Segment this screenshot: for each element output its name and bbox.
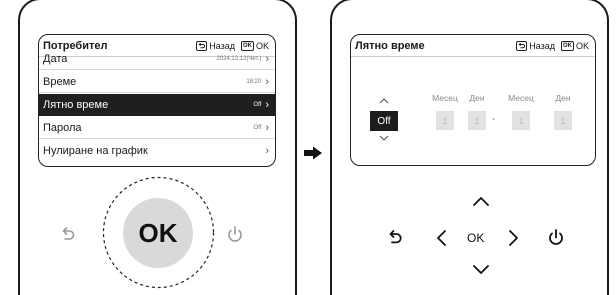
- start-month-field[interactable]: 1: [436, 111, 454, 130]
- ok-label: OK: [575, 40, 589, 51]
- right-screen-header: Лятно време Назад OK OK: [351, 35, 595, 57]
- ok-button[interactable]: OK: [467, 231, 484, 245]
- menu-item-value: Off: [253, 102, 262, 108]
- chevron-up-icon[interactable]: [379, 98, 389, 104]
- return-icon[interactable]: [388, 229, 402, 246]
- end-day-label: Ден: [555, 93, 571, 103]
- power-icon[interactable]: [547, 228, 565, 247]
- chevron-right-icon: ›: [265, 121, 269, 134]
- start-day-field[interactable]: 1: [468, 111, 486, 130]
- menu-item-label: Дата: [43, 52, 68, 65]
- right-arrow-icon: [304, 146, 322, 160]
- menu-item-label: Време: [43, 75, 77, 88]
- left-display-screen: Потребител Назад OK OK Дата 2024,12,12(Ч…: [38, 34, 276, 167]
- chevron-right-icon[interactable]: [508, 229, 519, 247]
- ok-button[interactable]: OK: [123, 198, 193, 268]
- chevron-up-icon[interactable]: [472, 196, 490, 207]
- ok-key-icon: OK: [560, 40, 574, 51]
- menu-item-label: Нулиране на график: [43, 145, 148, 157]
- menu-item-value: Off: [253, 124, 262, 131]
- start-month-label: Месец: [432, 93, 458, 103]
- menu-item-password[interactable]: Парола Off ›: [39, 117, 275, 139]
- menu-list: Дата 2024,12,12(Чет.) › Време 18:20 › Ля…: [39, 53, 275, 166]
- return-icon[interactable]: [61, 226, 75, 242]
- menu-item-label: Лятно време: [43, 99, 109, 111]
- chevron-right-icon: ›: [265, 75, 269, 88]
- end-month-field[interactable]: 1: [512, 111, 530, 130]
- menu-item-label: Парола: [43, 121, 82, 134]
- chevron-down-icon[interactable]: [379, 135, 389, 141]
- end-day-field[interactable]: 1: [554, 111, 572, 130]
- range-separator: -: [492, 114, 496, 125]
- chevron-right-icon: ›: [265, 145, 269, 157]
- back-hint[interactable]: Назад: [516, 40, 555, 51]
- end-month-label: Месец: [508, 93, 534, 103]
- back-label: Назад: [529, 40, 555, 51]
- chevron-right-icon: ›: [265, 52, 269, 65]
- summer-time-toggle-value[interactable]: Off: [370, 111, 398, 131]
- menu-item-reset-schedule[interactable]: Нулиране на график ›: [39, 140, 275, 162]
- menu-item-value: 18:20: [246, 78, 262, 85]
- start-day-label: Ден: [469, 93, 485, 103]
- chevron-left-icon[interactable]: [436, 229, 447, 247]
- menu-item-summer-time[interactable]: Лятно време Off ›: [39, 94, 275, 116]
- chevron-right-icon: ›: [265, 99, 269, 111]
- menu-item-value: 2024,12,12(Чет.): [216, 55, 262, 62]
- power-icon[interactable]: [226, 225, 244, 244]
- right-display-screen: Лятно време Назад OK OK Off Месец Ден Ме…: [350, 34, 596, 166]
- menu-item-date[interactable]: Дата 2024,12,12(Чет.) ›: [39, 48, 275, 70]
- ok-hint[interactable]: OK OK: [560, 40, 589, 51]
- chevron-down-icon[interactable]: [472, 264, 490, 275]
- return-icon: [516, 40, 528, 51]
- screen-title: Лятно време: [355, 39, 425, 52]
- menu-item-time[interactable]: Време 18:20 ›: [39, 71, 275, 93]
